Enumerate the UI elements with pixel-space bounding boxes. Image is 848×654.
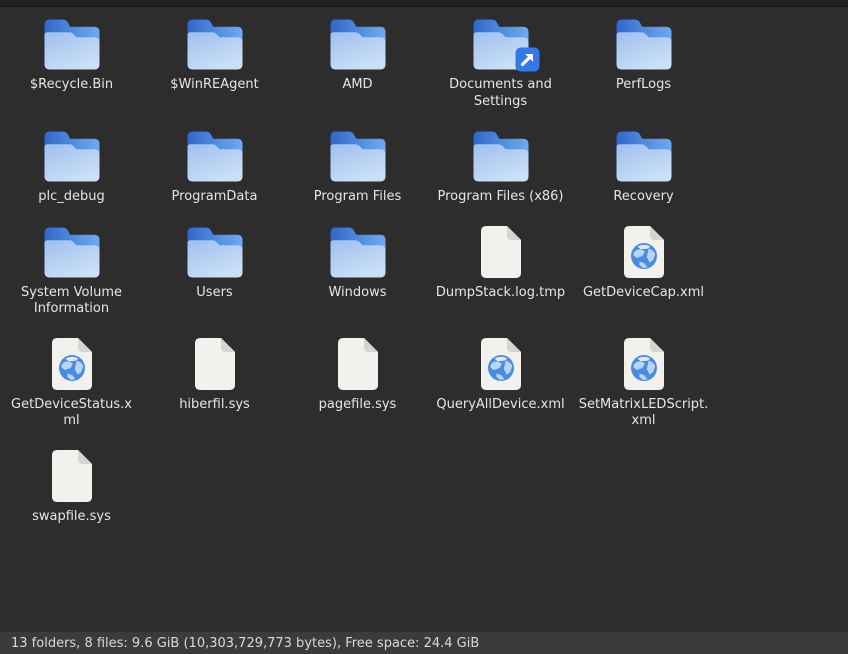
folder-item[interactable]: $Recycle.Bin	[0, 17, 143, 129]
file-grid: $Recycle.Bin $WinREAgent	[0, 7, 848, 544]
xml-file-icon	[624, 226, 664, 278]
xml-file-icon	[481, 338, 521, 390]
folder-item[interactable]: ProgramData	[143, 129, 286, 225]
item-icon	[52, 449, 92, 502]
file-item[interactable]: GetDeviceStatus.xml	[0, 337, 143, 449]
folder-item[interactable]: AMD	[286, 17, 429, 129]
item-icon	[186, 17, 244, 70]
folder-icon	[329, 129, 387, 182]
file-item[interactable]: SetMatrixLEDScript.xml	[572, 337, 715, 449]
item-label: $WinREAgent	[170, 77, 258, 94]
item-label: System Volume Information	[6, 285, 138, 318]
item-label: Windows	[328, 285, 386, 302]
item-label: PerfLogs	[616, 77, 671, 94]
item-icon	[329, 17, 387, 70]
item-label: Recovery	[613, 189, 673, 206]
item-icon	[43, 129, 101, 182]
folder-icon	[43, 17, 101, 70]
item-icon	[624, 337, 664, 390]
file-icon	[481, 226, 521, 278]
item-icon	[472, 17, 530, 70]
folder-icon	[329, 225, 387, 278]
item-label: AMD	[342, 77, 372, 94]
folder-icon	[329, 17, 387, 70]
file-item[interactable]: GetDeviceCap.xml	[572, 225, 715, 337]
file-item[interactable]: swapfile.sys	[0, 449, 143, 545]
folder-icon	[186, 17, 244, 70]
item-icon	[186, 129, 244, 182]
item-label: ProgramData	[172, 189, 258, 206]
item-label: swapfile.sys	[32, 509, 111, 526]
item-label: Program Files	[314, 189, 402, 206]
item-label: Documents and Settings	[435, 77, 567, 110]
item-icon	[615, 17, 673, 70]
item-icon	[43, 225, 101, 278]
item-label: GetDeviceCap.xml	[583, 285, 704, 302]
item-label: $Recycle.Bin	[30, 77, 113, 94]
file-item[interactable]: pagefile.sys	[286, 337, 429, 449]
folder-item[interactable]: Program Files	[286, 129, 429, 225]
folder-icon	[43, 225, 101, 278]
item-icon	[624, 225, 664, 278]
folder-item[interactable]: PerfLogs	[572, 17, 715, 129]
folder-item[interactable]: plc_debug	[0, 129, 143, 225]
folder-icon	[186, 225, 244, 278]
item-icon	[186, 225, 244, 278]
folder-icon	[472, 129, 530, 182]
item-label: Users	[196, 285, 232, 302]
item-label: pagefile.sys	[319, 397, 397, 414]
xml-file-icon	[52, 338, 92, 390]
xml-file-icon	[624, 338, 664, 390]
folder-item[interactable]: Program Files (x86)	[429, 129, 572, 225]
item-icon	[52, 337, 92, 390]
folder-item[interactable]: Users	[143, 225, 286, 337]
folder-item[interactable]: Windows	[286, 225, 429, 337]
item-icon	[329, 225, 387, 278]
file-item[interactable]: QueryAllDevice.xml	[429, 337, 572, 449]
file-view[interactable]: $Recycle.Bin $WinREAgent	[0, 7, 848, 631]
file-icon	[52, 450, 92, 502]
status-bar: 13 folders, 8 files: 9.6 GiB (10,303,729…	[0, 631, 848, 654]
window-top-strip	[0, 0, 848, 7]
folder-item[interactable]: Documents and Settings	[429, 17, 572, 129]
item-icon	[472, 129, 530, 182]
file-icon	[195, 338, 235, 390]
folder-item[interactable]: System Volume Information	[0, 225, 143, 337]
item-icon	[195, 337, 235, 390]
folder-icon	[615, 129, 673, 182]
file-icon	[338, 338, 378, 390]
item-label: DumpStack.log.tmp	[436, 285, 565, 302]
file-item[interactable]: DumpStack.log.tmp	[429, 225, 572, 337]
folder-item[interactable]: Recovery	[572, 129, 715, 225]
item-label: GetDeviceStatus.xml	[6, 397, 138, 430]
item-icon	[481, 225, 521, 278]
item-icon	[43, 17, 101, 70]
item-icon	[481, 337, 521, 390]
item-label: QueryAllDevice.xml	[436, 397, 564, 414]
file-item[interactable]: hiberfil.sys	[143, 337, 286, 449]
item-icon	[338, 337, 378, 390]
item-label: hiberfil.sys	[179, 397, 250, 414]
item-label: SetMatrixLEDScript.xml	[578, 397, 710, 430]
item-icon	[615, 129, 673, 182]
item-label: Program Files (x86)	[437, 189, 563, 206]
folder-icon	[615, 17, 673, 70]
shortcut-arrow-icon	[515, 47, 540, 72]
folder-icon	[186, 129, 244, 182]
status-text: 13 folders, 8 files: 9.6 GiB (10,303,729…	[11, 636, 479, 651]
item-label: plc_debug	[38, 189, 105, 206]
folder-icon	[43, 129, 101, 182]
item-icon	[329, 129, 387, 182]
folder-item[interactable]: $WinREAgent	[143, 17, 286, 129]
